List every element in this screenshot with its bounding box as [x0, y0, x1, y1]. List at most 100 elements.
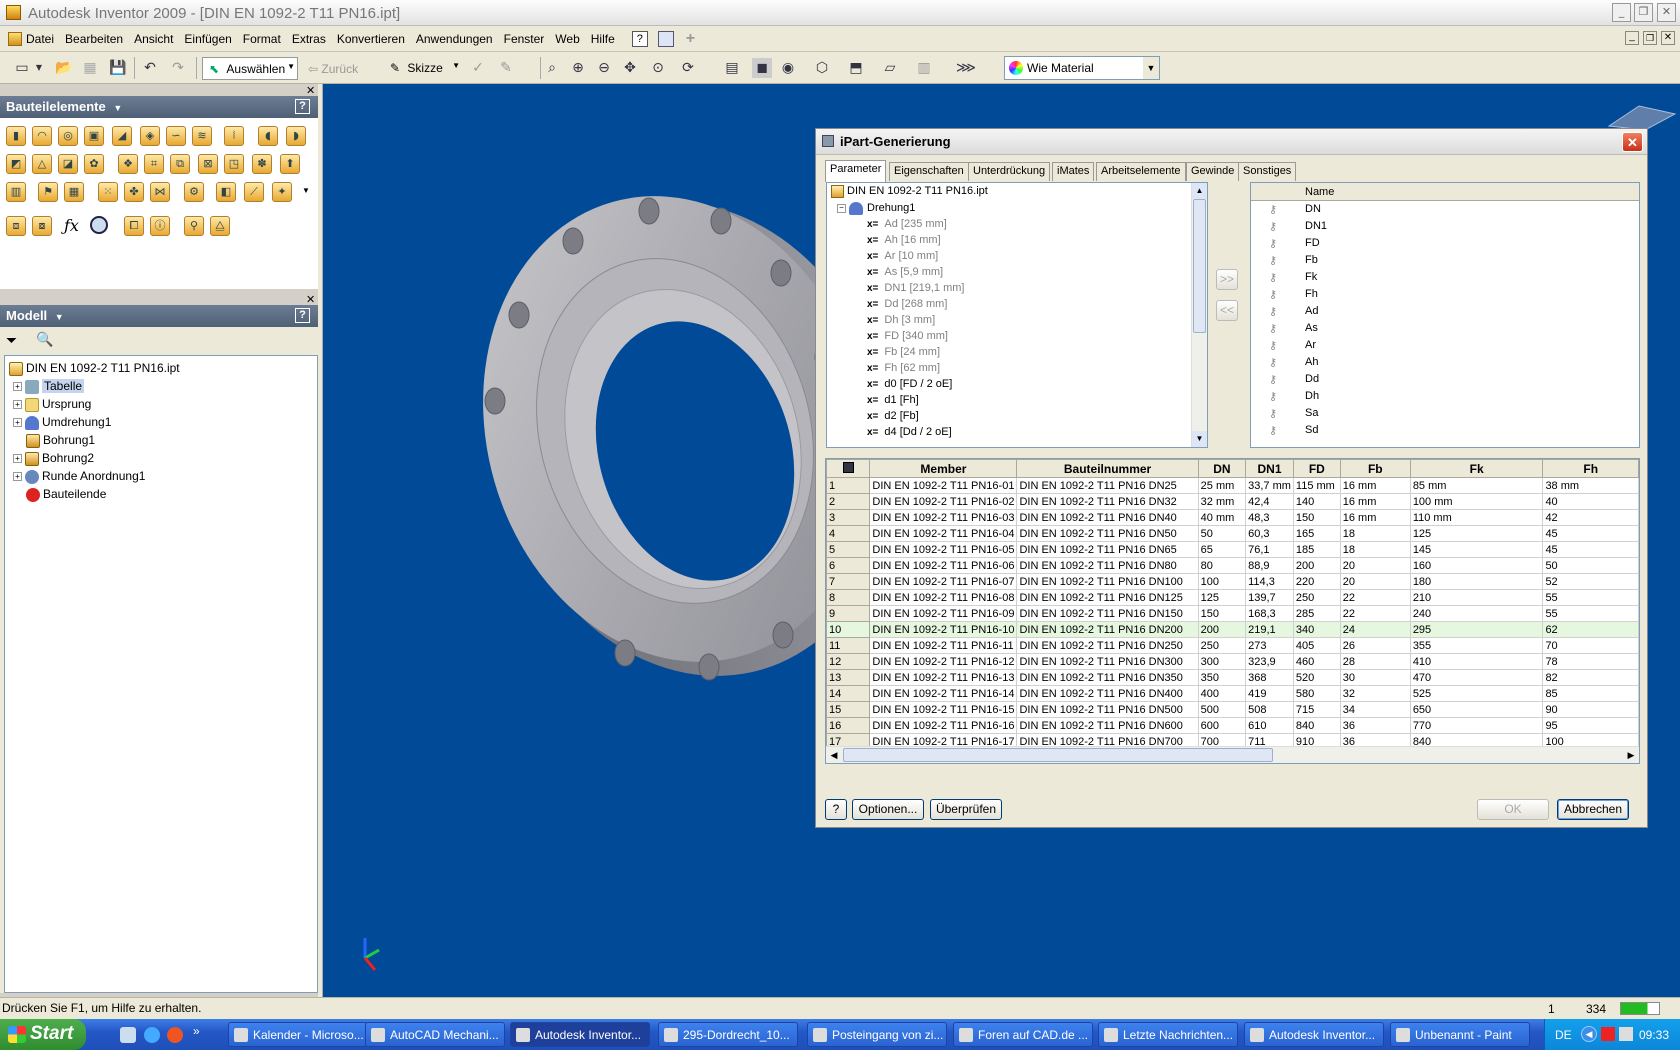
table-cell[interactable]: 85 mm — [1409, 477, 1544, 494]
table-cell[interactable]: DIN EN 1092-2 T11 PN16-13 — [869, 669, 1018, 686]
list-item[interactable]: ⚷ Dd — [1251, 371, 1639, 388]
features-help-icon[interactable]: ? — [295, 99, 310, 114]
table-cell[interactable]: 45 — [1542, 525, 1639, 542]
scroll-right-icon[interactable]: ▶ — [1623, 747, 1639, 763]
copy-object-icon[interactable]: ⧉ — [170, 154, 190, 174]
move-face-icon[interactable]: ◪ — [58, 154, 78, 174]
table-cell[interactable]: 250 — [1292, 589, 1341, 606]
expand-icon[interactable]: + — [13, 472, 22, 482]
extrude-icon[interactable]: ▮ — [6, 126, 26, 146]
view-cube-icon[interactable]: ⬡ — [812, 58, 832, 78]
taskbar-item[interactable]: Autodesk Inventor... — [1244, 1022, 1384, 1047]
table-cell[interactable]: 470 — [1409, 669, 1544, 686]
edit-sketch-icon[interactable]: ✎ — [496, 58, 516, 78]
param-tree-item[interactable]: x= Dd [268 mm] — [827, 296, 1207, 312]
column-header[interactable]: DN — [1197, 459, 1247, 478]
loft-icon[interactable]: ◈ — [140, 126, 160, 146]
table-cell[interactable]: 45 — [1542, 541, 1639, 558]
table-cell[interactable]: 100 — [1197, 573, 1247, 590]
doc-minimize-button[interactable]: _ — [1625, 31, 1639, 45]
table-cell[interactable]: 160 — [1409, 557, 1544, 574]
row-number[interactable]: 3 — [826, 509, 871, 526]
table-cell[interactable]: 110 mm — [1409, 509, 1544, 526]
row-number[interactable]: 9 — [826, 605, 871, 622]
expand-icon[interactable]: + — [13, 382, 22, 392]
table-cell[interactable]: 500 — [1197, 701, 1247, 718]
table-cell[interactable]: 70 — [1542, 637, 1639, 654]
param-tree-item[interactable]: x= Ad [235 mm] — [827, 216, 1207, 232]
chamfer-icon[interactable]: ◗ — [286, 126, 306, 146]
derive-icon[interactable]: ⌗ — [144, 154, 164, 174]
model-help-icon[interactable]: ? — [295, 308, 310, 323]
work-point-icon[interactable]: ✦ — [272, 182, 292, 202]
coil-icon[interactable]: ≋ — [192, 126, 212, 146]
table-row[interactable]: 4 DIN EN 1092-2 T11 PN16-04 DIN EN 1092-2 … — [826, 525, 1639, 542]
table-cell[interactable]: 78 — [1542, 653, 1639, 670]
table-cell[interactable]: 20 — [1339, 557, 1411, 574]
table-cell[interactable]: 770 — [1409, 717, 1544, 734]
list-item[interactable]: ⚷ FD — [1251, 235, 1639, 252]
param-tree-item[interactable]: x= Fh [62 mm] — [827, 360, 1207, 376]
work-point-dropdown-icon[interactable]: ▼ — [302, 186, 310, 195]
table-cell[interactable]: 16 mm — [1339, 493, 1411, 510]
row-number[interactable]: 13 — [826, 669, 871, 686]
table-cell[interactable]: DIN EN 1092-2 T11 PN16 DN600 — [1016, 717, 1199, 734]
table-cell[interactable]: 18 — [1339, 541, 1411, 558]
table-cell[interactable]: 419 — [1245, 685, 1294, 702]
param-tree-item[interactable]: x= Ar [10 mm] — [827, 248, 1207, 264]
table-row[interactable]: 13 DIN EN 1092-2 T11 PN16-13 DIN EN 1092-2… — [826, 669, 1639, 686]
table-cell[interactable]: 145 — [1409, 541, 1544, 558]
menu-konvertieren[interactable]: Konvertieren — [337, 32, 405, 46]
table-cell[interactable]: 52 — [1542, 573, 1639, 590]
tray-arrow-icon[interactable]: ◀ — [1581, 1026, 1597, 1042]
table-row[interactable]: 5 DIN EN 1092-2 T11 PN16-05 DIN EN 1092-2 … — [826, 541, 1639, 558]
table-cell[interactable]: 323,9 — [1245, 653, 1294, 670]
tab-imates[interactable]: iMates — [1052, 162, 1095, 181]
menu-anwendungen[interactable]: Anwendungen — [416, 32, 493, 46]
column-header[interactable]: Bauteilnummer — [1016, 459, 1199, 478]
table-cell[interactable]: 55 — [1542, 605, 1639, 622]
param-tree-item[interactable]: x= Fb [24 mm] — [827, 344, 1207, 360]
table-cell[interactable]: 300 — [1197, 653, 1247, 670]
table-cell[interactable]: DIN EN 1092-2 T11 PN16 DN100 — [1016, 573, 1199, 590]
table-cell[interactable]: 650 — [1409, 701, 1544, 718]
table-cell[interactable]: 140 — [1292, 493, 1341, 510]
table-cell[interactable]: 36 — [1339, 717, 1411, 734]
create-ipart-icon[interactable]: ⧠ — [124, 216, 144, 236]
split-icon[interactable]: △ — [32, 154, 52, 174]
list-item[interactable]: ⚷ Fh — [1251, 286, 1639, 303]
tab-eigenschaften[interactable]: Eigenschaften — [889, 162, 969, 181]
tree-root[interactable]: DIN EN 1092-2 T11 PN16.ipt — [9, 359, 317, 377]
table-cell[interactable]: DIN EN 1092-2 T11 PN16 DN200 — [1016, 621, 1199, 638]
table-cell[interactable]: 65 — [1197, 541, 1247, 558]
help-search-icon[interactable] — [657, 30, 674, 47]
table-cell[interactable]: 410 — [1409, 653, 1544, 670]
row-number[interactable]: 8 — [826, 589, 871, 606]
list-item[interactable]: ⚷ As — [1251, 320, 1639, 337]
table-cell[interactable]: DIN EN 1092-2 T11 PN16-14 — [869, 685, 1018, 702]
tab-parameter[interactable]: Parameter — [825, 160, 887, 182]
row-number[interactable]: 10 — [826, 621, 871, 638]
grid-hscrollbar[interactable]: ◀ ▶ — [826, 746, 1639, 763]
menu-extras[interactable]: Extras — [292, 32, 326, 46]
table-row[interactable]: 10 DIN EN 1092-2 T11 PN16-10 DIN EN 1092-2… — [826, 621, 1639, 638]
sketch-button[interactable]: ✎ Skizze ▼ — [386, 57, 460, 80]
table-cell[interactable]: DIN EN 1092-2 T11 PN16 DN65 — [1016, 541, 1199, 558]
table-cell[interactable]: 42,4 — [1245, 493, 1294, 510]
table-cell[interactable]: 18 — [1339, 525, 1411, 542]
table-cell[interactable]: 33,7 mm — [1245, 477, 1294, 494]
table-cell[interactable]: 16 mm — [1339, 477, 1411, 494]
table-cell[interactable]: 139,7 — [1245, 589, 1294, 606]
param-tree-item[interactable]: x= DN1 [219,1 mm] — [827, 280, 1207, 296]
table-cell[interactable]: 38 mm — [1542, 477, 1639, 494]
table-cell[interactable]: 508 — [1245, 701, 1294, 718]
table-cell[interactable]: DIN EN 1092-2 T11 PN16-03 — [869, 509, 1018, 526]
tree-item-ursprung[interactable]: + Ursprung — [9, 395, 317, 413]
table-cell[interactable]: 285 — [1292, 605, 1341, 622]
table-cell[interactable]: 30 — [1339, 669, 1411, 686]
select-button[interactable]: ⬉ Auswählen ▼ — [202, 57, 298, 80]
dialog-titlebar[interactable]: iPart-Generierung ✕ — [816, 129, 1647, 155]
table-cell[interactable]: 150 — [1292, 509, 1341, 526]
close-button[interactable]: ✕ — [1657, 3, 1676, 22]
table-cell[interactable]: 200 — [1292, 557, 1341, 574]
